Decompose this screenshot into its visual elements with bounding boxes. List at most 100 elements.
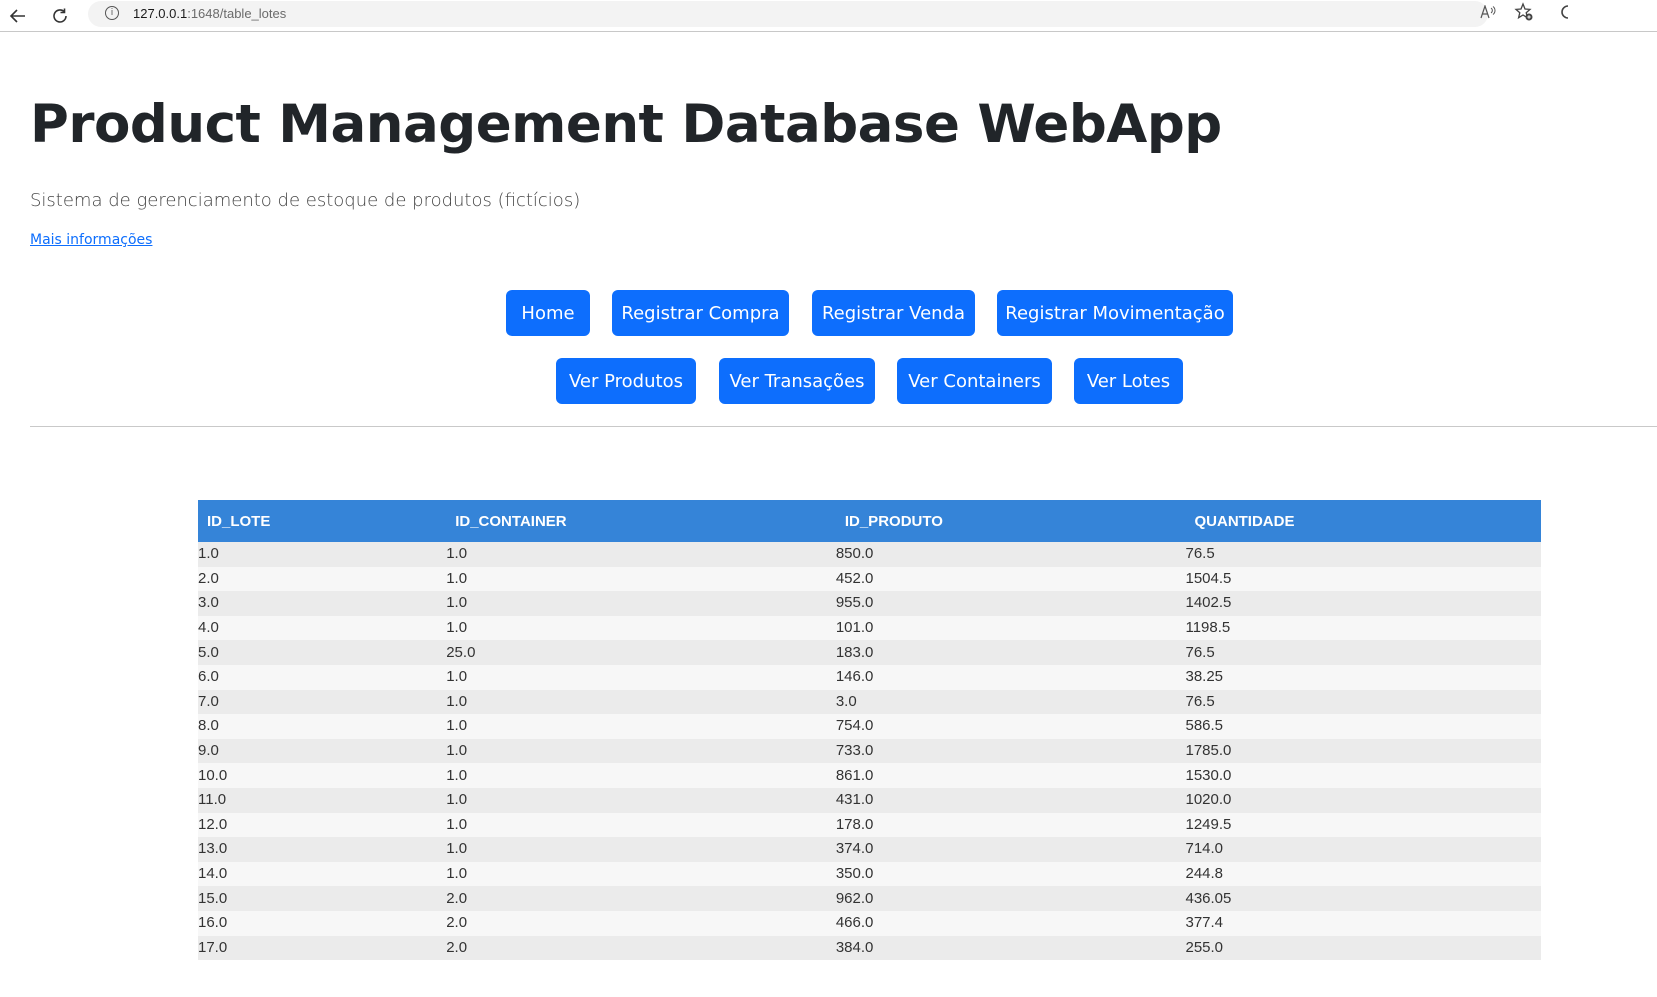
page-subtitle: Sistema de gerenciamento de estoque de p… (30, 190, 581, 211)
table-cell: 850.0 (835, 542, 1186, 567)
table-cell: 384.0 (835, 935, 1186, 961)
table-cell: 15.0 (198, 886, 447, 911)
table-cell: 101.0 (835, 615, 1186, 641)
reload-icon[interactable] (48, 4, 72, 28)
table-cell: 431.0 (835, 787, 1186, 813)
table-cell: 2.0 (446, 910, 836, 936)
table-cell: 1198.5 (1185, 615, 1541, 641)
register-movement-button[interactable]: Registrar Movimentação (997, 290, 1233, 336)
table-cell: 11.0 (198, 787, 447, 813)
table-cell: 1020.0 (1185, 787, 1541, 813)
back-arrow-icon[interactable] (6, 4, 30, 28)
table-row: 6.0 1.0 146.0 38.25 (198, 664, 1541, 690)
table-cell: 6.0 (198, 664, 447, 690)
table-row: 11.0 1.0 431.0 1020.0 (198, 787, 1541, 813)
table-cell: 1.0 (446, 664, 836, 690)
table-cell: 962.0 (835, 886, 1186, 911)
table-cell: 2.0 (446, 886, 836, 911)
add-favorite-icon[interactable] (1514, 2, 1534, 27)
page-title: Product Management Database WebApp (30, 94, 1222, 155)
url-text[interactable]: 127.0.0.1:1648/table_lotes (133, 6, 286, 21)
table-row: 14.0 1.0 350.0 244.8 (198, 861, 1541, 887)
table-cell: 1785.0 (1185, 738, 1541, 764)
table-cell: 955.0 (835, 591, 1186, 616)
table-cell: 733.0 (835, 738, 1186, 764)
table-cell: 1.0 (446, 615, 836, 641)
table-cell: 9.0 (198, 738, 447, 764)
table-row: 5.0 25.0 183.0 76.5 (198, 640, 1541, 665)
table-cell: 1.0 (446, 812, 836, 838)
table-cell: 178.0 (835, 812, 1186, 838)
extensions-icon[interactable] (1560, 4, 1570, 24)
table-row: 4.0 1.0 101.0 1198.5 (198, 615, 1541, 641)
table-header-row: ID_LOTE ID_CONTAINER ID_PRODUTO QUANTIDA… (198, 500, 1541, 542)
lotes-table: ID_LOTE ID_CONTAINER ID_PRODUTO QUANTIDA… (198, 500, 1541, 961)
table-cell: 13.0 (198, 837, 447, 862)
view-containers-button[interactable]: Ver Containers (897, 358, 1052, 404)
table-cell: 861.0 (835, 763, 1186, 788)
table-cell: 2.0 (198, 566, 447, 592)
table-cell: 2.0 (446, 935, 836, 961)
table-cell: 1.0 (446, 689, 836, 715)
table-row: 15.0 2.0 962.0 436.05 (198, 886, 1541, 911)
table-body: 1.0 1.0 850.0 76.5 2.0 1.0 452.0 1504.5 3.0 1.0 95… (198, 542, 1541, 961)
table-cell: 244.8 (1185, 861, 1541, 887)
table-cell: 3.0 (198, 591, 447, 616)
home-button[interactable]: Home (506, 290, 590, 336)
table-row: 12.0 1.0 178.0 1249.5 (198, 812, 1541, 838)
table-row: 2.0 1.0 452.0 1504.5 (198, 566, 1541, 592)
table-cell: 452.0 (835, 566, 1186, 592)
table-cell: 146.0 (835, 664, 1186, 690)
address-bar[interactable]: i 127.0.0.1:1648/table_lotes (88, 1, 1488, 27)
table-row: 17.0 2.0 384.0 255.0 (198, 935, 1541, 961)
register-sale-button[interactable]: Registrar Venda (812, 290, 975, 336)
view-lots-button[interactable]: Ver Lotes (1074, 358, 1183, 404)
table-cell: 1504.5 (1185, 566, 1541, 592)
table-cell: 4.0 (198, 615, 447, 641)
column-header-id-container[interactable]: ID_CONTAINER (446, 500, 836, 542)
table-cell: 255.0 (1185, 935, 1541, 961)
table-row: 9.0 1.0 733.0 1785.0 (198, 738, 1541, 764)
column-header-id-produto[interactable]: ID_PRODUTO (835, 500, 1186, 542)
table-cell: 1.0 (446, 566, 836, 592)
table-cell: 14.0 (198, 861, 447, 887)
table-row: 1.0 1.0 850.0 76.5 (198, 542, 1541, 567)
table-cell: 1.0 (446, 787, 836, 813)
table-row: 8.0 1.0 754.0 586.5 (198, 714, 1541, 739)
table-cell: 350.0 (835, 861, 1186, 887)
table-cell: 7.0 (198, 689, 447, 715)
table-cell: 12.0 (198, 812, 447, 838)
table-cell: 16.0 (198, 910, 447, 936)
table-cell: 466.0 (835, 910, 1186, 936)
table-cell: 1.0 (446, 714, 836, 739)
table-row: 10.0 1.0 861.0 1530.0 (198, 763, 1541, 788)
table-cell: 5.0 (198, 640, 447, 665)
table-row: 16.0 2.0 466.0 377.4 (198, 910, 1541, 936)
table-cell: 1.0 (446, 763, 836, 788)
table-cell: 3.0 (835, 689, 1186, 715)
table-cell: 1.0 (446, 591, 836, 616)
table-cell: 754.0 (835, 714, 1186, 739)
table-cell: 1402.5 (1185, 591, 1541, 616)
view-products-button[interactable]: Ver Produtos (556, 358, 696, 404)
table-cell: 1.0 (198, 542, 447, 567)
column-header-id-lote[interactable]: ID_LOTE (198, 500, 447, 542)
register-purchase-button[interactable]: Registrar Compra (612, 290, 789, 336)
table-cell: 714.0 (1185, 837, 1541, 862)
table-cell: 1.0 (446, 738, 836, 764)
table-cell: 76.5 (1185, 689, 1541, 715)
table-cell: 25.0 (446, 640, 836, 665)
table-cell: 8.0 (198, 714, 447, 739)
site-info-icon[interactable]: i (105, 6, 119, 20)
column-header-quantidade[interactable]: QUANTIDADE (1185, 500, 1541, 542)
table-cell: 76.5 (1185, 542, 1541, 567)
table-cell: 374.0 (835, 837, 1186, 862)
more-info-link[interactable]: Mais informações (30, 232, 152, 248)
table-cell: 10.0 (198, 763, 447, 788)
view-transactions-button[interactable]: Ver Transações (719, 358, 875, 404)
table-cell: 377.4 (1185, 910, 1541, 936)
divider (30, 426, 1657, 427)
read-aloud-icon[interactable] (1480, 4, 1496, 23)
table-row: 13.0 1.0 374.0 714.0 (198, 837, 1541, 862)
table-cell: 1.0 (446, 861, 836, 887)
